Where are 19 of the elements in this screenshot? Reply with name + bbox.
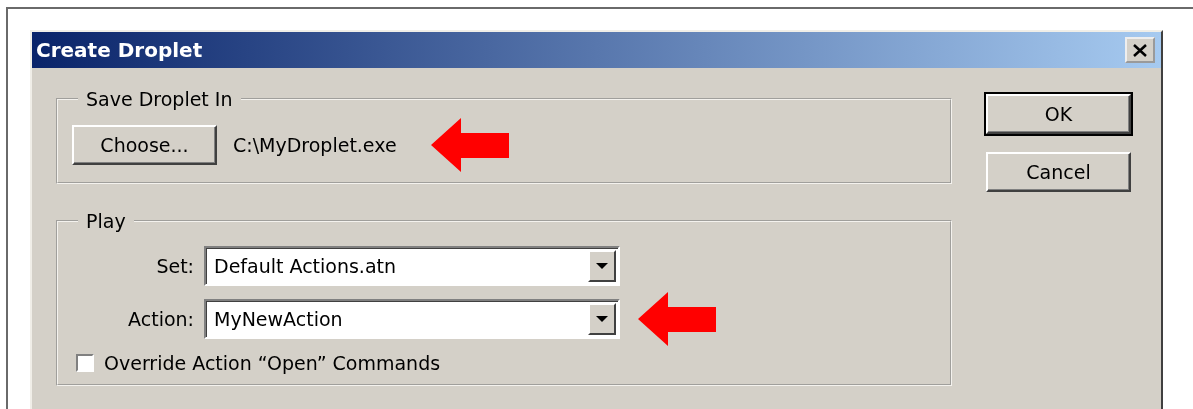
- close-icon: [1133, 43, 1147, 57]
- dropdown-button[interactable]: [588, 303, 616, 335]
- group-title: Play: [85, 210, 127, 232]
- checkbox-label: Override Action “Open” Commands: [104, 352, 441, 374]
- dropdown-button[interactable]: [588, 250, 616, 282]
- field-label: Action:: [127, 308, 195, 330]
- ok-button[interactable]: OK: [986, 94, 1131, 134]
- pointer-arrow-icon: [638, 292, 716, 346]
- close-button[interactable]: [1125, 37, 1155, 63]
- file-path: C:\MyDroplet.exe: [233, 134, 397, 156]
- dropdown[interactable]: MyNewAction: [204, 299, 620, 339]
- dropdown[interactable]: Default Actions.atn: [204, 246, 620, 286]
- choose-button[interactable]: Choose...: [72, 125, 217, 165]
- cancel-button[interactable]: Cancel: [986, 152, 1131, 192]
- field-label: Set:: [155, 255, 195, 277]
- pointer-arrow-icon: [430, 118, 509, 172]
- group-title: Save Droplet In: [85, 88, 234, 110]
- checkbox[interactable]: [76, 354, 94, 372]
- window-title: Create Droplet: [36, 38, 203, 62]
